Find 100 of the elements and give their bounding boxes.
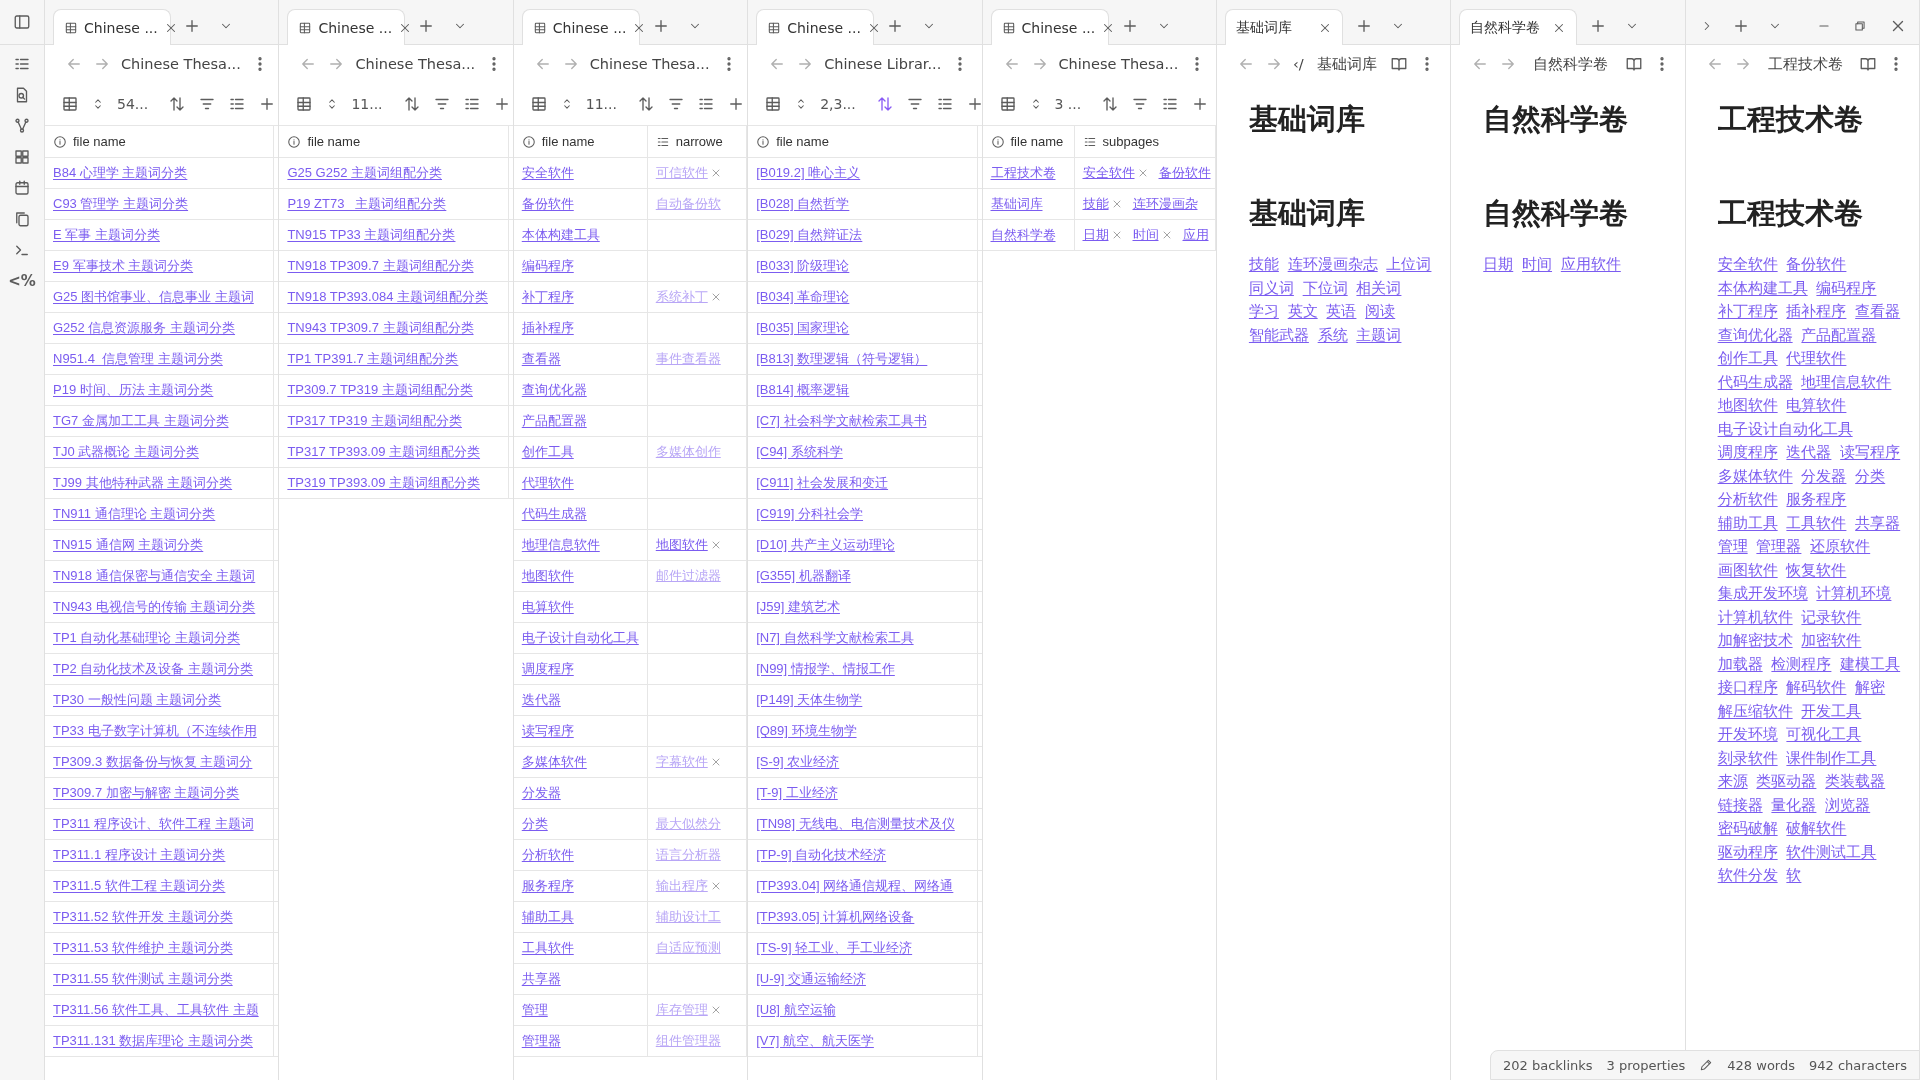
note-link[interactable]: 驱动程序 [1717, 842, 1778, 861]
note-link[interactable]: 辅助工具 [1717, 513, 1778, 532]
note-link[interactable]: 建模工具 [1840, 654, 1901, 673]
file-link[interactable]: TP311.55 软件测试 主题词分类 [53, 970, 233, 988]
file-link[interactable]: [D10] 共产主义运动理论 [756, 536, 895, 554]
file-link[interactable]: C93 管理学 主题词分类 [53, 195, 189, 213]
backlinks-count[interactable]: 202 backlinks [1502, 1057, 1593, 1073]
note-title[interactable]: Chinese Thesa... [1058, 56, 1179, 72]
file-link[interactable]: [Q89] 环境生物学 [756, 722, 857, 740]
breadcrumb[interactable]: ‹/ [1292, 56, 1304, 72]
note-link[interactable]: 编码程序 [1816, 278, 1877, 297]
file-link[interactable]: TN918 通信保密与通信安全 主题词 [53, 567, 256, 585]
file-link[interactable]: TP311.56 软件工具、工具软件 主题 [53, 1001, 259, 1019]
note-link[interactable]: 代理软件 [1786, 349, 1847, 367]
book-icon[interactable] [1859, 55, 1877, 73]
note-title[interactable]: 自然科学卷 [1527, 54, 1615, 74]
note-link[interactable]: 密码破解 [1717, 819, 1778, 837]
properties-count[interactable]: 3 properties [1606, 1057, 1686, 1073]
file-link[interactable]: 服务程序 [521, 877, 574, 895]
note-link[interactable]: 计算机环境 [1816, 584, 1892, 602]
note-link[interactable]: 还原软件 [1810, 537, 1871, 555]
note-link[interactable]: 创作工具 [1717, 349, 1778, 367]
link-chip[interactable]: 日期 [1082, 226, 1109, 244]
note-link[interactable]: 加密软件 [1801, 631, 1862, 649]
note-link[interactable]: 日期 [1483, 255, 1514, 273]
file-link[interactable]: [B814] 概率逻辑 [756, 381, 850, 399]
file-link[interactable]: 查看器 [521, 350, 561, 368]
file-link[interactable]: G252 信息资源服务 主题词分类 [53, 319, 236, 337]
table-icon[interactable] [295, 95, 314, 113]
note-link[interactable]: 破解软件 [1786, 819, 1847, 837]
file-link[interactable]: G25 图书馆事业、信息事业 主题词 [53, 288, 254, 306]
note-link[interactable]: 同义词 [1248, 278, 1294, 297]
book-icon[interactable] [1624, 55, 1643, 73]
column-header[interactable]: file name [748, 126, 978, 158]
note-link[interactable]: 分发器 [1801, 466, 1847, 485]
file-link[interactable]: [B034] 革命理论 [756, 288, 850, 306]
link-chip[interactable]: 地图软件 [655, 536, 708, 554]
note-link[interactable]: 管理器 [1756, 537, 1802, 555]
link-chip[interactable]: 时间 [1132, 226, 1159, 244]
table-icon[interactable] [61, 95, 79, 113]
file-link[interactable]: N951.4_信息管理 主题词分类 [53, 350, 223, 368]
column-header[interactable]: file name [279, 126, 509, 158]
column-header[interactable]: file name [982, 126, 1075, 158]
note-title[interactable]: 基础词库 [1313, 54, 1381, 74]
note-link[interactable]: 相关词 [1356, 278, 1402, 297]
file-link[interactable]: TP319 TP393.09 主题词组配分类 [287, 474, 481, 492]
file-link[interactable]: 插补程序 [521, 319, 574, 337]
note-link[interactable]: 应用软件 [1560, 255, 1621, 273]
file-link[interactable]: 编码程序 [521, 257, 574, 275]
restore-icon[interactable] [1853, 19, 1867, 33]
note-link[interactable]: 类装载器 [1825, 772, 1886, 790]
file-link[interactable]: [T-9] 工业经济 [756, 784, 838, 802]
link-chip[interactable]: 备份软件 [1158, 164, 1211, 182]
sidebar-toggle-icon[interactable] [13, 13, 31, 31]
file-link[interactable]: TP2 自动化技术及设备 主题词分类 [53, 660, 254, 678]
note-link[interactable]: 本体构建工具 [1717, 278, 1808, 297]
file-link[interactable]: 管理器 [521, 1032, 561, 1050]
file-link[interactable]: TN911 通信理论 主题词分类 [53, 505, 216, 523]
calendar-icon[interactable] [13, 179, 31, 197]
note-link[interactable]: 地图软件 [1717, 396, 1778, 414]
note-link[interactable]: 英文 [1287, 302, 1318, 320]
book-icon[interactable] [1390, 55, 1409, 73]
file-link[interactable]: 代码生成器 [521, 505, 587, 523]
note-link[interactable]: 量化器 [1771, 795, 1817, 814]
file-link[interactable]: 多媒体软件 [521, 753, 587, 771]
note-link[interactable]: 分析软件 [1717, 490, 1778, 508]
note-link[interactable]: 地理信息软件 [1801, 372, 1892, 391]
file-link[interactable]: [C911] 社会发展和变迁 [756, 474, 889, 492]
note-link[interactable]: 加解密技术 [1717, 631, 1793, 649]
file-link[interactable]: TP311.131 数据库理论 主题词分类 [53, 1032, 253, 1050]
file-link[interactable]: [G355] 机器翻译 [756, 567, 851, 585]
tab[interactable]: Chinese ... [990, 9, 1109, 45]
note-link[interactable]: 产品配置器 [1801, 325, 1877, 344]
tab[interactable]: Chinese ... [521, 9, 640, 45]
table-icon[interactable] [529, 95, 548, 113]
note-link[interactable]: 接口程序 [1717, 678, 1778, 696]
note-link[interactable]: 课件制作工具 [1786, 748, 1877, 767]
file-link[interactable]: 查询优化器 [521, 381, 587, 399]
file-link[interactable]: 共享器 [521, 970, 561, 988]
file-link[interactable]: [J59] 建筑艺术 [756, 598, 840, 616]
file-link[interactable]: [V7] 航空、航天医学 [756, 1032, 874, 1050]
file-link[interactable]: 本体构建工具 [521, 226, 600, 244]
note-link[interactable]: 插补程序 [1786, 302, 1847, 320]
note-link[interactable]: 多媒体软件 [1717, 466, 1793, 485]
note-link[interactable]: 电子设计自动化工具 [1717, 419, 1853, 438]
file-link[interactable]: 分发器 [521, 784, 561, 802]
note-link[interactable]: 查询优化器 [1717, 325, 1793, 344]
file-link[interactable]: TP1 自动化基础理论 主题词分类 [53, 629, 241, 647]
file-link[interactable]: TN915 通信网 主题词分类 [53, 536, 204, 554]
tab[interactable]: 基础词库 [1224, 9, 1343, 45]
file-link[interactable]: 迭代器 [521, 691, 561, 709]
file-link[interactable]: TP311.1 程序设计 主题词分类 [53, 846, 226, 864]
file-link[interactable]: 电算软件 [521, 598, 574, 616]
file-link[interactable]: 创作工具 [521, 443, 574, 461]
note-title[interactable]: Chinese Thesa... [589, 56, 710, 72]
copy-icon[interactable] [13, 210, 31, 228]
file-link[interactable]: TP311.5 软件工程 主题词分类 [53, 877, 226, 895]
note-link[interactable]: 工具软件 [1786, 513, 1847, 532]
file-link[interactable]: [U-9] 交通运输经济 [756, 970, 866, 988]
file-link[interactable]: 备份软件 [521, 195, 574, 213]
